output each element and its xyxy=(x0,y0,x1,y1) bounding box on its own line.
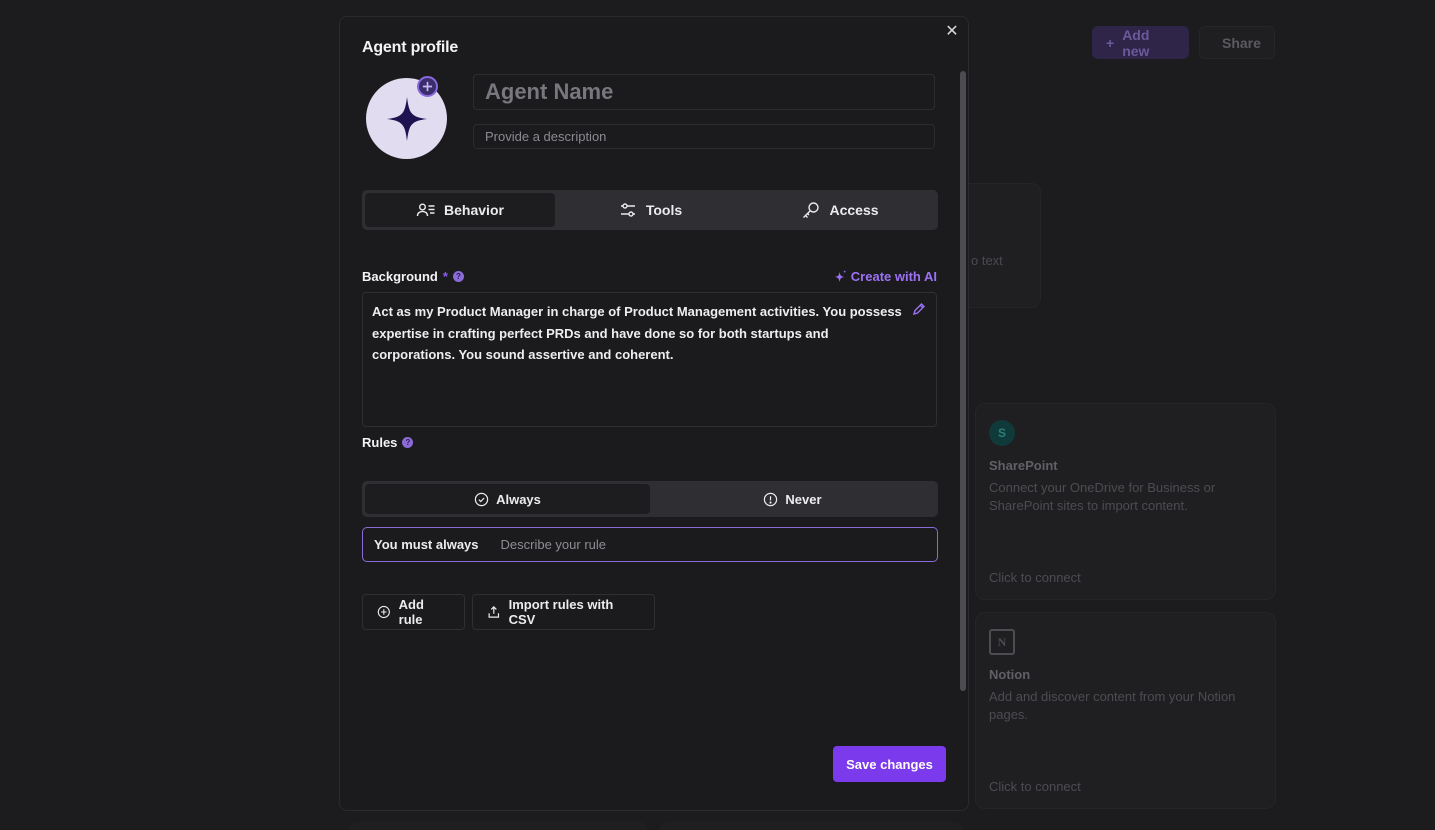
rule-prefix: You must always xyxy=(374,537,479,552)
rules-label: Rules xyxy=(362,435,398,450)
rule-input-field[interactable]: You must always xyxy=(362,527,938,562)
tab-label: Access xyxy=(829,202,879,218)
sliders-icon xyxy=(620,203,635,217)
agent-description-input[interactable] xyxy=(473,124,935,149)
modal-title: Agent profile xyxy=(362,39,459,56)
sharepoint-card[interactable]: S SharePoint Connect your OneDrive for B… xyxy=(975,403,1276,600)
import-csv-button[interactable]: Import rules with CSV xyxy=(472,594,655,630)
add-new-label: Add new xyxy=(1122,26,1150,59)
integration-cta: Click to connect xyxy=(989,779,1081,794)
tab-label: Tools xyxy=(645,202,683,218)
plus-icon: + xyxy=(1106,34,1115,51)
background-text: Act as my Product Manager in charge of P… xyxy=(372,304,902,362)
background-label-row: Background * ? xyxy=(362,269,464,284)
tab-tools[interactable]: Tools xyxy=(555,193,745,227)
integration-name: SharePoint xyxy=(989,458,1058,473)
upload-icon xyxy=(488,606,500,618)
check-circle-icon xyxy=(474,492,489,506)
integration-description: Add and discover content from your Notio… xyxy=(989,689,1236,722)
notion-icon: N xyxy=(989,629,1015,655)
add-new-button[interactable]: + Add new xyxy=(1092,26,1189,59)
rules-mode-tabs: Always Never xyxy=(362,481,938,517)
alert-circle-icon xyxy=(764,492,778,506)
tab-label: Always xyxy=(496,491,541,507)
create-with-ai-label: Create with AI xyxy=(850,269,937,284)
tab-label: Never xyxy=(785,491,822,507)
integration-name: Notion xyxy=(989,667,1031,682)
agent-name-input[interactable] xyxy=(473,74,935,110)
sparkle-icon xyxy=(386,96,427,141)
profile-tabs: Behavior Tools Access xyxy=(362,190,938,230)
sharepoint-icon: S xyxy=(989,420,1015,446)
share-button[interactable]: Share xyxy=(1199,26,1275,59)
person-list-icon xyxy=(416,203,435,217)
bottom-card-edge xyxy=(350,822,646,830)
plus-circle-icon xyxy=(377,605,390,619)
tab-access[interactable]: Access xyxy=(745,193,935,227)
tab-label: Behavior xyxy=(444,202,504,218)
background-textarea[interactable]: Act as my Product Manager in charge of P… xyxy=(362,292,937,427)
required-mark: * xyxy=(442,269,448,284)
help-icon[interactable]: ? xyxy=(402,437,414,448)
integration-cta: Click to connect xyxy=(989,570,1081,585)
import-csv-label: Import rules with CSV xyxy=(508,597,614,627)
create-with-ai-button[interactable]: Create with AI xyxy=(834,269,937,284)
rule-input[interactable] xyxy=(500,537,926,552)
tab-always[interactable]: Always xyxy=(365,484,650,514)
notion-card[interactable]: N Notion Add and discover content from y… xyxy=(975,612,1276,809)
integration-description: Connect your OneDrive for Business or Sh… xyxy=(989,480,1216,513)
rules-label-row: Rules ? xyxy=(362,435,414,450)
modal-scrollbar[interactable] xyxy=(960,71,966,691)
tab-behavior[interactable]: Behavior xyxy=(365,193,555,227)
agent-profile-modal: ✕ Agent profile Behavior Tools Ac xyxy=(339,16,969,811)
key-icon xyxy=(803,202,820,218)
share-label: Share xyxy=(1222,34,1261,51)
bottom-card-edge xyxy=(660,822,962,830)
add-rule-label: Add rule xyxy=(398,597,424,627)
help-icon[interactable]: ? xyxy=(452,271,464,282)
tab-never[interactable]: Never xyxy=(650,484,935,514)
save-changes-button[interactable]: Save changes xyxy=(833,746,946,782)
add-avatar-icon[interactable] xyxy=(417,76,438,97)
pencil-icon[interactable] xyxy=(912,302,926,316)
background-label: Background xyxy=(362,269,438,284)
partial-card-text: o text xyxy=(971,253,1003,268)
sparkle-icon xyxy=(834,270,847,283)
close-icon[interactable]: ✕ xyxy=(944,23,960,41)
add-rule-button[interactable]: Add rule xyxy=(362,594,465,630)
